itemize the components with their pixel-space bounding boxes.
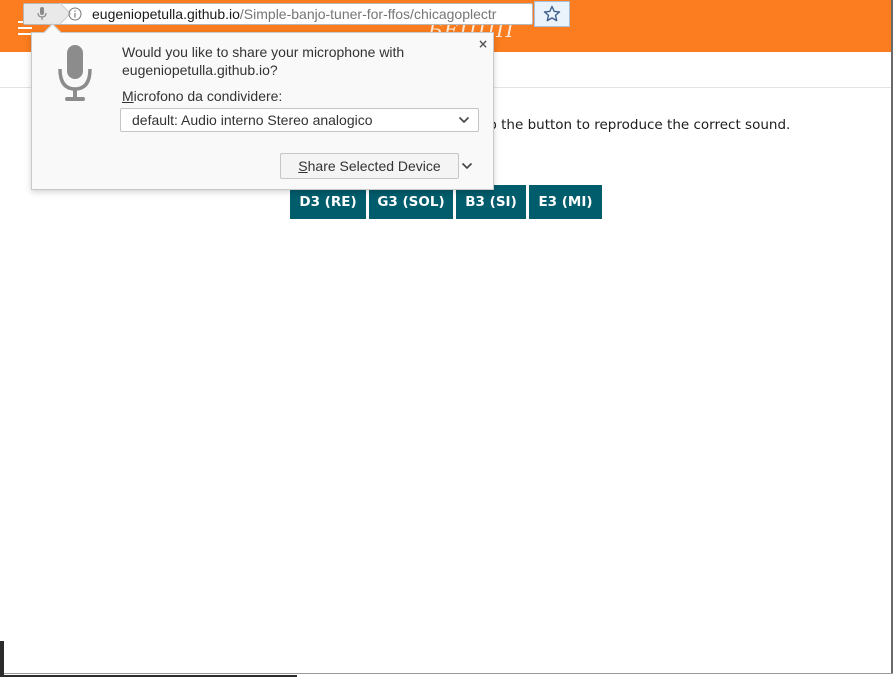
- url-path: /Simple-banjo-tuner-for-ffos/chicagoplec…: [239, 6, 497, 22]
- url-text[interactable]: eugeniopetulla.github.io/Simple-banjo-tu…: [92, 6, 496, 22]
- bookmark-button[interactable]: [534, 1, 570, 27]
- share-button-group: Share Selected Device: [280, 153, 475, 179]
- microphone-permission-chip[interactable]: [24, 4, 61, 24]
- device-label-accesskey: M: [122, 88, 134, 104]
- browser-window: БЕППП eugeniopetulla.github.io/Simple-ba…: [0, 0, 893, 677]
- device-label-text: icrofono da condividere:: [133, 88, 283, 104]
- microphone-permission-popup: × Would you like to share your microphon…: [31, 23, 494, 190]
- share-button-accesskey: S: [298, 158, 308, 174]
- instructions-text: ap the button to reproduce the correct s…: [480, 117, 791, 133]
- address-bar[interactable]: eugeniopetulla.github.io/Simple-banjo-tu…: [23, 3, 533, 25]
- microphone-icon: [58, 45, 92, 101]
- note-button-e3[interactable]: E3 (MI): [529, 185, 602, 219]
- taskbar-fragment: [0, 641, 4, 677]
- note-button-g3[interactable]: G3 (SOL): [369, 185, 453, 219]
- microphone-icon: [37, 7, 47, 20]
- info-icon[interactable]: [68, 7, 82, 21]
- url-host: eugeniopetulla.github.io: [92, 6, 240, 22]
- note-button-d3[interactable]: D3 (RE): [290, 185, 366, 219]
- device-label: Microfono da condividere:: [122, 88, 282, 104]
- share-button-label: hare Selected Device: [307, 158, 441, 174]
- device-select-value: default: Audio interno Stereo analogico: [132, 112, 373, 128]
- share-selected-device-button[interactable]: Share Selected Device: [280, 153, 459, 179]
- star-icon: [543, 5, 561, 22]
- device-select[interactable]: default: Audio interno Stereo analogico: [120, 108, 479, 132]
- close-button[interactable]: ×: [478, 37, 488, 51]
- permission-question: Would you like to share your microphone …: [122, 44, 405, 78]
- chevron-down-icon: [458, 116, 470, 124]
- share-options-dropdown[interactable]: [459, 153, 475, 179]
- chevron-down-icon: [461, 162, 473, 170]
- note-button-b3[interactable]: B3 (SI): [456, 185, 526, 219]
